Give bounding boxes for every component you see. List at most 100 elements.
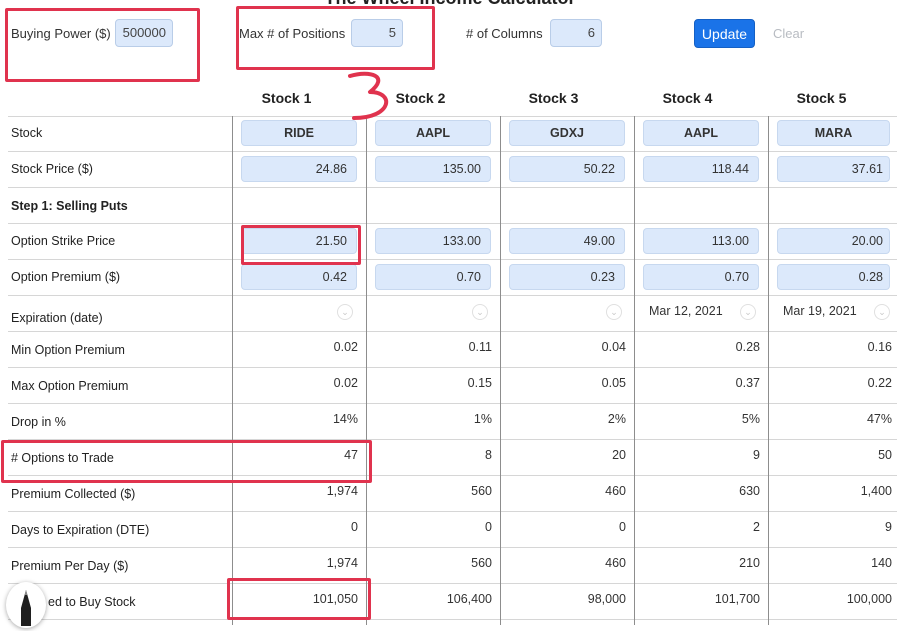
strike-price-input[interactable]: 20.00 — [777, 228, 890, 254]
chevron-down-icon[interactable]: ⌄ — [472, 304, 488, 320]
options-to-trade-value: 20 — [612, 448, 626, 462]
update-button[interactable]: Update — [694, 19, 755, 48]
premium-collected-value: 1,400 — [860, 484, 892, 498]
table-divider — [8, 259, 897, 260]
row-label-premium-collected: Premium Collected ($) — [11, 487, 136, 501]
option-premium-input[interactable]: 0.42 — [241, 264, 357, 290]
row-label-stock-price: Stock Price ($) — [11, 162, 93, 176]
pencil-icon — [21, 590, 31, 626]
table-divider — [8, 116, 897, 117]
column-header-stock-1: Stock 1 — [261, 90, 312, 106]
stock-price-input[interactable]: 118.44 — [643, 156, 759, 182]
table-divider — [8, 331, 897, 332]
max-premium-value: 0.15 — [467, 376, 492, 390]
row-label-expiration: Expiration (date) — [11, 311, 103, 325]
column-header-stock-4: Stock 4 — [662, 90, 713, 106]
options-to-trade-value: 50 — [878, 448, 892, 462]
dte-value: 0 — [485, 520, 492, 534]
option-premium-input[interactable]: 0.23 — [509, 264, 625, 290]
section-heading-step-1: Step 1: Selling Puts — [11, 199, 128, 213]
column-divider — [768, 116, 769, 625]
handwritten-three-annotation — [348, 71, 389, 120]
clear-button[interactable]: Clear — [773, 26, 804, 41]
premium-per-day-value: 560 — [471, 556, 492, 570]
option-premium-input[interactable]: 0.70 — [643, 264, 759, 290]
stock-symbol-input[interactable]: GDXJ — [509, 120, 625, 146]
chevron-down-icon[interactable]: ⌄ — [874, 304, 890, 320]
stock-price-input[interactable]: 135.00 — [375, 156, 491, 182]
strike-price-input[interactable]: 113.00 — [643, 228, 759, 254]
premium-collected-value: 630 — [739, 484, 760, 498]
row-label-stock: Stock — [11, 126, 43, 140]
row-label-dte: Days to Expiration (DTE) — [11, 523, 150, 537]
needed-to-buy-value: 101,700 — [714, 592, 760, 606]
strike-price-input[interactable]: 49.00 — [509, 228, 625, 254]
stock-price-input[interactable]: 50.22 — [509, 156, 625, 182]
needed-to-buy-value: 98,000 — [587, 592, 626, 606]
drop-value: 47% — [866, 412, 892, 426]
column-divider — [232, 116, 233, 625]
option-premium-input[interactable]: 0.28 — [777, 264, 890, 290]
annotation-box-max-positions — [236, 6, 435, 70]
needed-to-buy-value: 100,000 — [846, 592, 892, 606]
max-premium-value: 0.37 — [735, 376, 760, 390]
strike-price-input[interactable]: 133.00 — [375, 228, 491, 254]
options-to-trade-value: 8 — [485, 448, 492, 462]
premium-per-day-value: 140 — [871, 556, 892, 570]
chevron-down-icon[interactable]: ⌄ — [337, 304, 353, 320]
row-label-option-premium: Option Premium ($) — [11, 270, 121, 284]
dte-value: 0 — [619, 520, 626, 534]
column-divider — [500, 116, 501, 625]
annotation-box-buying-power — [5, 8, 200, 82]
column-header-stock-5: Stock 5 — [796, 90, 847, 106]
needed-to-buy-value: 106,400 — [446, 592, 492, 606]
pencil-button[interactable] — [6, 582, 46, 628]
max-premium-value: 0.05 — [601, 376, 626, 390]
options-to-trade-value: 9 — [753, 448, 760, 462]
expiration-date-select[interactable]: Mar 19, 2021 — [783, 304, 857, 318]
row-label-needed-to-buy: ed to Buy Stock — [48, 595, 136, 609]
min-premium-value: 0.04 — [601, 340, 626, 354]
premium-per-day-value: 1,974 — [326, 556, 358, 570]
min-premium-value: 0.11 — [468, 340, 492, 354]
row-label-drop: Drop in % — [11, 415, 66, 429]
stock-symbol-input[interactable]: MARA — [777, 120, 890, 146]
option-premium-input[interactable]: 0.70 — [375, 264, 491, 290]
drop-value: 5% — [741, 412, 760, 426]
stock-symbol-input[interactable]: AAPL — [643, 120, 759, 146]
chevron-down-icon[interactable]: ⌄ — [606, 304, 622, 320]
column-divider — [634, 116, 635, 625]
dte-value: 0 — [351, 520, 358, 534]
row-label-strike-price: Option Strike Price — [11, 234, 116, 248]
min-premium-value: 0.28 — [735, 340, 760, 354]
table-divider — [8, 583, 897, 584]
min-premium-value: 0.16 — [867, 340, 892, 354]
table-divider — [8, 511, 897, 512]
expiration-date-select[interactable]: Mar 12, 2021 — [649, 304, 723, 318]
dte-value: 9 — [885, 520, 892, 534]
table-divider — [8, 403, 897, 404]
min-premium-value: 0.02 — [333, 340, 358, 354]
table-divider — [8, 187, 897, 188]
drop-value: 14% — [332, 412, 358, 426]
table-divider — [8, 223, 897, 224]
table-divider — [8, 295, 897, 296]
num-columns-label: # of Columns — [466, 26, 543, 41]
row-label-premium-per-day: Premium Per Day ($) — [11, 559, 129, 573]
premium-per-day-value: 210 — [739, 556, 760, 570]
table-divider — [8, 547, 897, 548]
table-divider — [8, 151, 897, 152]
drop-value: 2% — [607, 412, 626, 426]
annotation-box-needed-to-buy — [227, 578, 371, 620]
premium-collected-value: 1,974 — [326, 484, 358, 498]
stock-price-input[interactable]: 24.86 — [241, 156, 357, 182]
chevron-down-icon[interactable]: ⌄ — [740, 304, 756, 320]
premium-collected-value: 560 — [471, 484, 492, 498]
num-columns-input[interactable]: 6 — [550, 19, 602, 47]
annotation-box-strike-price — [241, 225, 361, 265]
max-premium-value: 0.22 — [867, 376, 892, 390]
row-label-min-premium: Min Option Premium — [11, 343, 125, 357]
drop-value: 1% — [473, 412, 492, 426]
stock-price-input[interactable]: 37.61 — [777, 156, 890, 182]
annotation-box-options-to-trade — [1, 440, 372, 483]
